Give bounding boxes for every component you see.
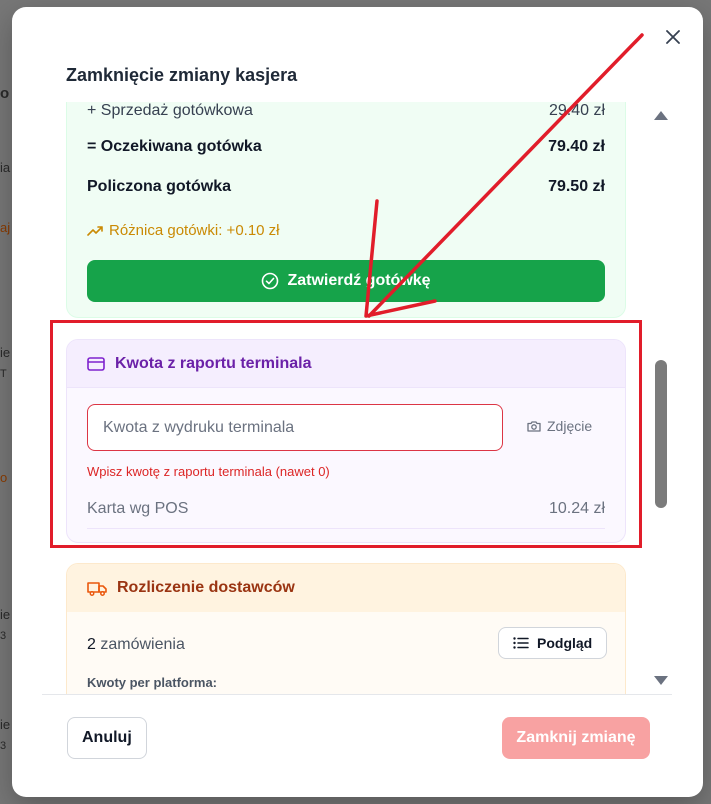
terminal-report-header: Kwota z raportu terminala	[67, 340, 625, 388]
expected-cash-row: = Oczekiwana gotówka 79.40 zł	[87, 138, 605, 156]
expected-cash-value: 79.40 zł	[548, 138, 605, 155]
bg-fragment: ia	[0, 160, 11, 175]
orders-count: 2	[87, 636, 96, 653]
check-circle-icon	[262, 272, 279, 290]
supplier-settlement-card: Rozliczenie dostawców 2 zamówienia Podgl…	[66, 563, 626, 695]
cash-difference-text: Różnica gotówki: +0.10 zł	[109, 222, 280, 239]
credit-card-icon	[87, 356, 105, 371]
supplier-settlement-title: Rozliczenie dostawców	[117, 579, 295, 596]
terminal-amount-input[interactable]	[87, 404, 503, 451]
bg-fragment: ie	[0, 717, 11, 732]
orders-label: zamówienia	[100, 636, 185, 653]
confirm-cash-button[interactable]: Zatwierdź gotówkę	[87, 260, 605, 302]
close-icon	[666, 30, 680, 44]
truck-icon	[87, 581, 107, 596]
scrollbar[interactable]	[649, 103, 673, 693]
confirm-cash-label: Zatwierdź gotówkę	[287, 272, 431, 289]
counted-cash-row: Policzona gotówka 79.50 zł	[87, 178, 605, 196]
per-platform-label: Kwoty per platforma:	[87, 675, 218, 690]
photo-label: Zdjęcie	[547, 418, 593, 434]
orders-summary: 2 zamówienia	[87, 636, 185, 654]
scroll-up-icon[interactable]	[654, 111, 668, 120]
bg-fragment: o	[0, 85, 10, 102]
expected-cash-label: = Oczekiwana gotówka	[87, 138, 262, 155]
preview-button[interactable]: Podgląd	[498, 627, 608, 659]
terminal-error-message: Wpisz kwotę z raportu terminala (nawet 0…	[87, 464, 330, 479]
card-pos-label: Karta wg POS	[87, 500, 189, 517]
counted-cash-value: 79.50 zł	[548, 178, 605, 195]
modal-title: Zamknięcie zmiany kasjera	[66, 65, 298, 85]
bg-fragment: ie	[0, 607, 11, 622]
cash-summary-card: + Sprzedaż gotówkowa 29.40 zł = Oczekiwa…	[66, 102, 626, 318]
bg-fragment: 3	[0, 740, 7, 752]
modal-footer-divider	[42, 694, 672, 695]
trending-up-icon	[87, 225, 103, 236]
card-pos-value: 10.24 zł	[548, 500, 605, 517]
supplier-settlement-header: Rozliczenie dostawców	[67, 564, 625, 612]
cash-sales-value: 29.40 zł	[548, 102, 605, 119]
cancel-button[interactable]: Anuluj	[67, 717, 147, 759]
terminal-report-title: Kwota z raportu terminala	[115, 354, 312, 372]
preview-label: Podgląd	[537, 635, 593, 651]
bg-fragment: o	[0, 470, 8, 485]
cash-sales-label: + Sprzedaż gotówkowa	[87, 102, 253, 119]
close-shift-button[interactable]: Zamknij zmianę	[502, 717, 650, 759]
close-shift-modal: Zamknięcie zmiany kasjera + Sprzedaż got…	[12, 7, 703, 797]
camera-icon	[527, 421, 541, 432]
card-pos-row: Karta wg POS 10.24 zł	[87, 500, 605, 529]
photo-button[interactable]: Zdjęcie	[527, 418, 592, 434]
counted-cash-label: Policzona gotówka	[87, 178, 232, 195]
list-icon	[513, 637, 529, 649]
bg-fragment: T	[0, 368, 7, 380]
bg-fragment: 3	[0, 630, 7, 642]
bg-fragment: aj	[0, 220, 11, 235]
cash-sales-row: + Sprzedaż gotówkowa 29.40 zł	[87, 102, 605, 120]
terminal-report-card: Kwota z raportu terminala Zdjęcie Wpisz …	[66, 339, 626, 543]
close-button[interactable]	[661, 25, 685, 49]
scroll-down-icon[interactable]	[654, 676, 668, 685]
scrollbar-thumb[interactable]	[655, 360, 667, 508]
bg-fragment: ie	[0, 345, 11, 360]
modal-scroll-area[interactable]: + Sprzedaż gotówkowa 29.40 zł = Oczekiwa…	[54, 102, 644, 695]
cash-difference: Różnica gotówki: +0.10 zł	[87, 222, 280, 239]
